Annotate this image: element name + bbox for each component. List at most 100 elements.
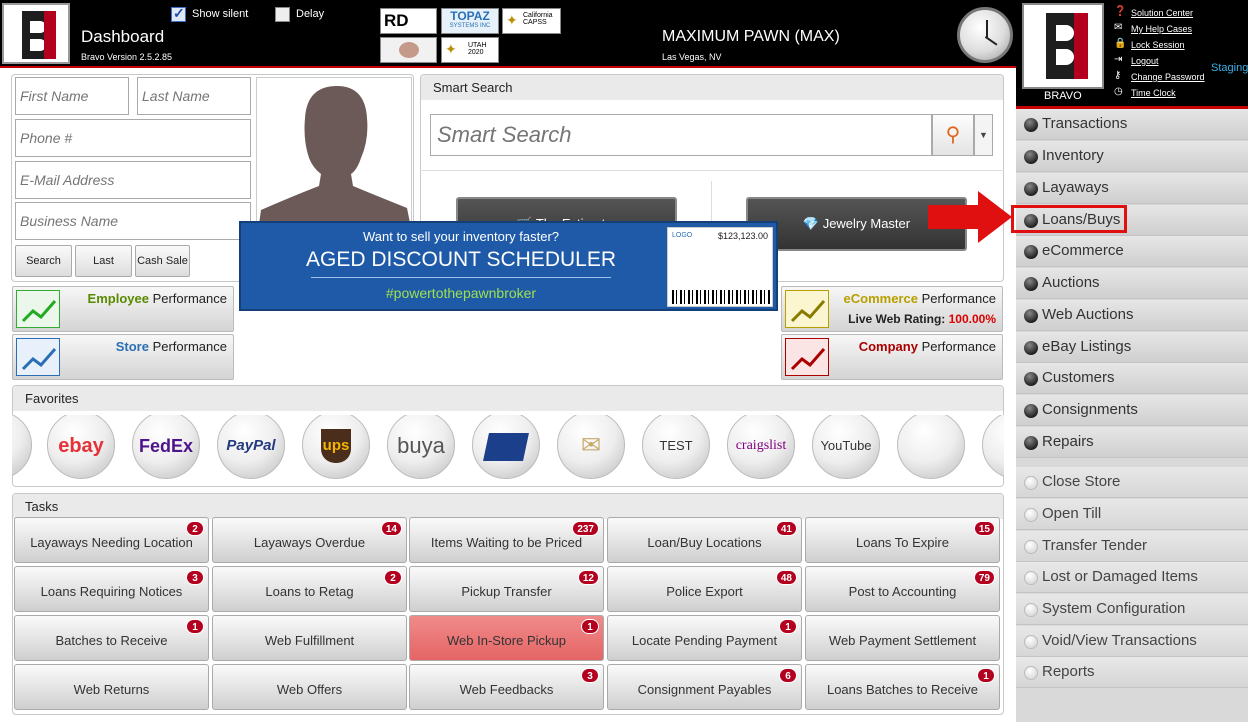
- my-help-cases-link[interactable]: My Help Cases: [1131, 24, 1192, 34]
- favorite-fedex[interactable]: FedEx: [132, 415, 200, 479]
- task-tile[interactable]: Web Feedbacks 3: [409, 664, 604, 710]
- task-tile[interactable]: Loan/Buy Locations 41: [607, 517, 802, 563]
- bullet-icon: [1024, 245, 1038, 259]
- nav-secondary-item[interactable]: System Configuration: [1016, 594, 1248, 625]
- delay-checkbox[interactable]: [275, 7, 290, 22]
- nav-item[interactable]: Layaways: [1016, 173, 1248, 204]
- nav-secondary-item[interactable]: Close Store: [1016, 467, 1248, 498]
- nav-item-label: Reports: [1042, 663, 1095, 680]
- bullet-icon: [1024, 341, 1038, 355]
- solution-center-link[interactable]: Solution Center: [1131, 8, 1193, 18]
- favorite-paypal[interactable]: PayPal: [217, 415, 285, 479]
- first-name-input[interactable]: [15, 77, 129, 115]
- task-tile[interactable]: Web Offers: [212, 664, 407, 710]
- task-tile[interactable]: Loans To Expire 15: [805, 517, 1000, 563]
- task-tile[interactable]: Pickup Transfer 12: [409, 566, 604, 612]
- task-count-badge: 1: [977, 668, 995, 683]
- nav-secondary-item[interactable]: Open Till: [1016, 499, 1248, 530]
- task-label: Web Payment Settlement: [828, 633, 977, 648]
- nav-item[interactable]: Consignments: [1016, 395, 1248, 426]
- nav-secondary-item[interactable]: Transfer Tender: [1016, 531, 1248, 562]
- aged-discount-banner[interactable]: Want to sell your inventory faster? AGED…: [239, 221, 778, 311]
- show-silent-checkbox[interactable]: [171, 5, 186, 22]
- phone-input[interactable]: [15, 119, 251, 157]
- favorite-ebay[interactable]: ebay: [47, 415, 115, 479]
- favorite-partial[interactable]: [12, 415, 32, 479]
- favorite-youtube[interactable]: YouTube: [812, 415, 880, 479]
- task-tile[interactable]: Consignment Payables 6: [607, 664, 802, 710]
- nav-secondary-item[interactable]: Lost or Damaged Items: [1016, 562, 1248, 593]
- nav-item-label: Customers: [1042, 369, 1115, 386]
- favorite-craigslist[interactable]: craigslist: [727, 415, 795, 479]
- nav-item[interactable]: Customers: [1016, 363, 1248, 394]
- bullet-icon: [1024, 118, 1038, 132]
- nav-item[interactable]: eCommerce: [1016, 236, 1248, 267]
- task-tile[interactable]: Police Export 48: [607, 566, 802, 612]
- nav-item[interactable]: Web Auctions: [1016, 300, 1248, 331]
- task-tile[interactable]: Items Waiting to be Priced 237: [409, 517, 604, 563]
- tasks-header: Tasks: [13, 494, 1003, 519]
- utah-badge[interactable]: ✦ UTAH 2020: [441, 37, 499, 63]
- nav-item[interactable]: Repairs: [1016, 427, 1248, 458]
- task-tile[interactable]: Batches to Receive 1: [14, 615, 209, 661]
- change-password-link[interactable]: Change Password: [1131, 72, 1205, 82]
- banner-line2: AGED DISCOUNT SCHEDULER: [306, 248, 616, 271]
- task-count-badge: 1: [779, 619, 797, 634]
- favorite-ups[interactable]: ups: [302, 415, 370, 479]
- task-tile[interactable]: Layaways Overdue 14: [212, 517, 407, 563]
- favorite-buya[interactable]: buya: [387, 415, 455, 479]
- task-tile[interactable]: Web In-Store Pickup 1: [409, 615, 604, 661]
- task-tile[interactable]: Post to Accounting 79: [805, 566, 1000, 612]
- task-tile[interactable]: Web Payment Settlement: [805, 615, 1000, 661]
- search-button[interactable]: Search: [15, 245, 72, 277]
- task-tile[interactable]: Web Fulfillment: [212, 615, 407, 661]
- smart-search-input[interactable]: [430, 114, 932, 156]
- company-performance-label: Company Performance: [858, 339, 996, 354]
- capss-badge[interactable]: ✦ California CAPSS: [502, 8, 561, 34]
- nav-item[interactable]: Auctions: [1016, 268, 1248, 299]
- time-clock-link[interactable]: Time Clock: [1131, 88, 1176, 98]
- task-label: Loans Requiring Notices: [40, 584, 183, 599]
- divider: [420, 170, 1004, 171]
- nav-item[interactable]: eBay Listings: [1016, 332, 1248, 363]
- store-location: Las Vegas, NV: [662, 52, 722, 62]
- chevron-down-icon[interactable]: ▼: [974, 114, 993, 156]
- nav-secondary-item[interactable]: Reports: [1016, 657, 1248, 688]
- nav-secondary-item[interactable]: Void/View Transactions: [1016, 626, 1248, 657]
- task-label: Loan/Buy Locations: [647, 535, 762, 550]
- topaz-badge[interactable]: TOPAZ SYSTEMS INC: [441, 8, 499, 34]
- favorite-mail[interactable]: ✉: [557, 415, 625, 479]
- cash-sale-button[interactable]: Cash Sale: [135, 245, 190, 277]
- favorite-test[interactable]: TEST: [642, 415, 710, 479]
- task-tile[interactable]: Loans Batches to Receive 1: [805, 664, 1000, 710]
- task-tile[interactable]: Loans to Retag 2: [212, 566, 407, 612]
- company-performance-button[interactable]: Company Performance: [781, 334, 1003, 380]
- nav-item-label: Open Till: [1042, 505, 1102, 522]
- ecommerce-performance-button[interactable]: eCommerce Performance Live Web Rating: 1…: [781, 286, 1003, 332]
- email-input[interactable]: [15, 161, 251, 199]
- lock-session-link[interactable]: Lock Session: [1131, 40, 1185, 50]
- favorite-empty[interactable]: [982, 415, 1004, 479]
- rd-badge[interactable]: RD: [380, 8, 437, 34]
- nav-item[interactable]: Inventory: [1016, 141, 1248, 172]
- last-name-input[interactable]: [137, 77, 251, 115]
- nav-item[interactable]: Transactions: [1016, 109, 1248, 140]
- favorite-empty[interactable]: [897, 415, 965, 479]
- task-tile[interactable]: Web Returns: [14, 664, 209, 710]
- nav-item-label: Web Auctions: [1042, 306, 1134, 323]
- fingerprint-badge[interactable]: [380, 37, 437, 63]
- bullet-icon: [1024, 571, 1038, 585]
- favorite-usps[interactable]: [472, 415, 540, 479]
- store-performance-label: Store Performance: [115, 339, 227, 354]
- last-button[interactable]: Last: [75, 245, 132, 277]
- business-name-input[interactable]: [15, 202, 251, 240]
- task-tile[interactable]: Locate Pending Payment 1: [607, 615, 802, 661]
- logout-link[interactable]: Logout: [1131, 56, 1159, 66]
- task-count-badge: 3: [581, 668, 599, 683]
- customer-photo[interactable]: [256, 77, 412, 237]
- task-tile[interactable]: Loans Requiring Notices 3: [14, 566, 209, 612]
- store-performance-button[interactable]: Store Performance: [12, 334, 234, 380]
- employee-performance-button[interactable]: Employee Performance: [12, 286, 234, 332]
- search-icon[interactable]: ⚲: [932, 114, 974, 156]
- task-tile[interactable]: Layaways Needing Location 2: [14, 517, 209, 563]
